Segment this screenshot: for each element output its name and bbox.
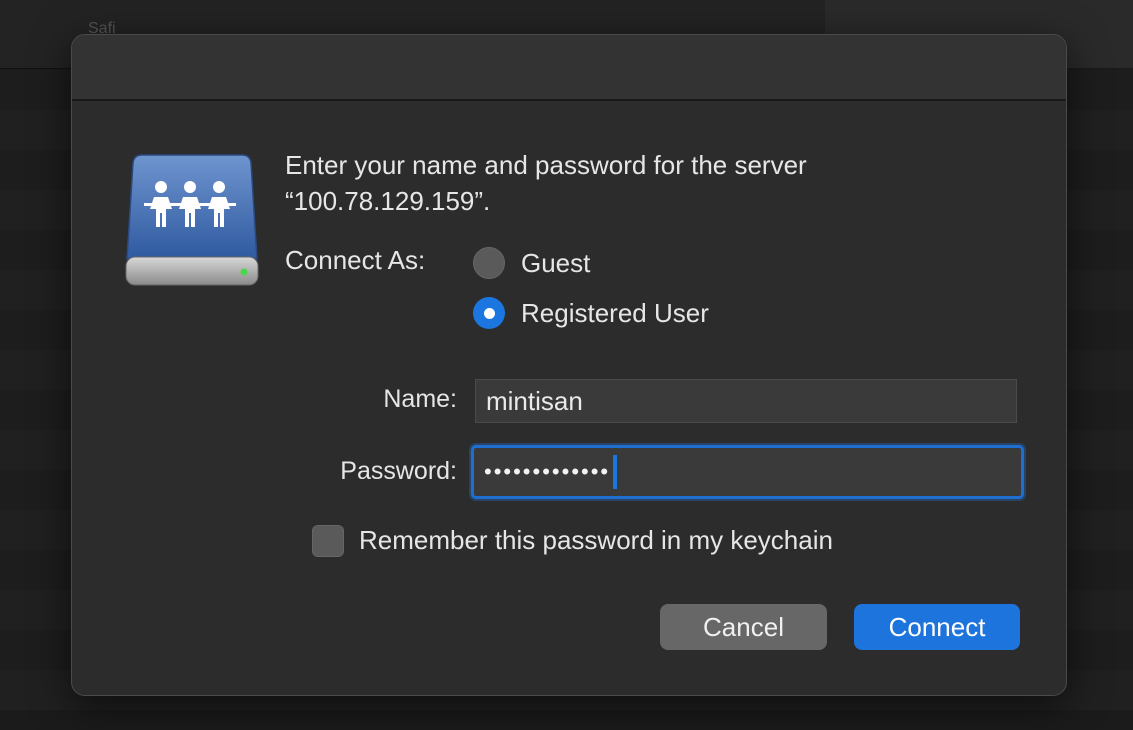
- network-server-icon: [125, 154, 259, 286]
- prompt-text: Enter your name and password for the ser…: [285, 147, 985, 219]
- cancel-button[interactable]: Cancel: [660, 604, 827, 650]
- password-value: •••••••••••••: [484, 459, 611, 484]
- prompt-line-1: Enter your name and password for the ser…: [285, 150, 807, 180]
- guest-radio[interactable]: [473, 247, 505, 279]
- password-field[interactable]: •••••••••••••: [471, 445, 1024, 499]
- dialog-titlebar: [72, 35, 1066, 101]
- connect-as-label: Connect As:: [285, 245, 426, 275]
- registered-user-radio[interactable]: [473, 297, 505, 329]
- name-label: Name:: [383, 385, 457, 413]
- connect-button[interactable]: Connect: [854, 604, 1020, 650]
- radio-selected-dot: [483, 307, 495, 319]
- connect-dialog: Enter your name and password for the ser…: [71, 34, 1067, 696]
- registered-user-radio-option[interactable]: Registered User: [473, 297, 709, 329]
- password-label: Password:: [340, 457, 457, 485]
- guest-radio-label[interactable]: Guest: [521, 248, 590, 279]
- remember-password-label[interactable]: Remember this password in my keychain: [359, 525, 833, 556]
- registered-user-radio-label[interactable]: Registered User: [521, 298, 709, 329]
- guest-radio-option[interactable]: Guest: [473, 247, 590, 279]
- text-caret: [613, 455, 618, 489]
- name-field[interactable]: mintisan: [475, 379, 1017, 423]
- prompt-line-2: “100.78.129.159”.: [285, 186, 491, 216]
- remember-password-checkbox[interactable]: [312, 525, 344, 557]
